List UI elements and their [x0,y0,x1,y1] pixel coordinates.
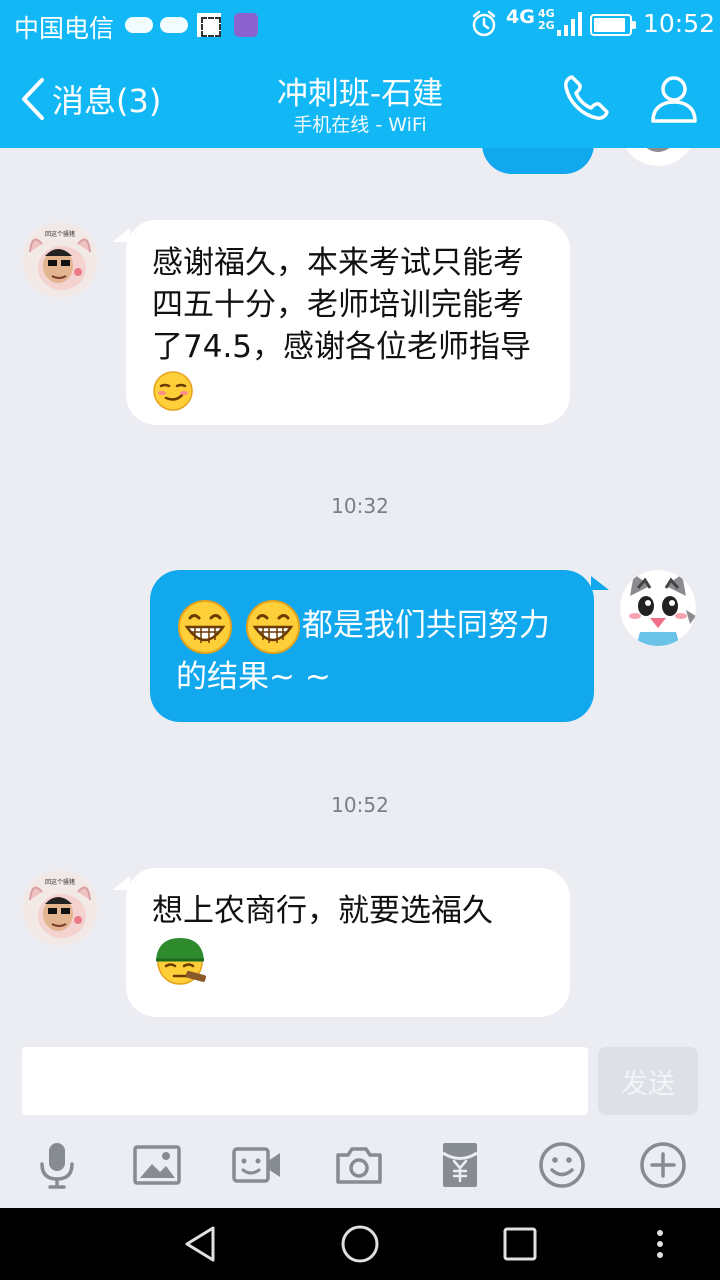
cat-avatar-image [620,570,696,646]
microphone-icon[interactable] [32,1140,82,1190]
svg-text:回这个骚猪: 回这个骚猪 [45,878,75,886]
smirk-emoji-icon [153,370,193,411]
signal-icon [557,12,582,36]
pig-face-avatar-image: 回这个骚猪 [22,222,98,298]
back-arrow-icon [22,78,44,120]
chat-title[interactable]: 冲刺班-石建 [180,68,540,113]
cigar-emoji-icon [156,938,206,985]
video-icon[interactable] [232,1140,282,1190]
online-status: 手机在线 - WiFi [293,114,427,136]
bubble-tail [591,576,609,590]
message-list[interactable]: 回这个骚猪 感谢福久，本来考试只能考四五十分，老师培训完能考了74.5，感谢各位… [0,148,720,1030]
sender-avatar[interactable]: 回这个骚猪 [22,870,98,946]
signal-label-bottom: 2G [538,19,555,32]
carrier-name: 中国电信 [14,14,115,43]
emoji-icon[interactable] [537,1140,587,1190]
home-circle-icon[interactable] [340,1224,380,1264]
svg-text:回这个骚猪: 回这个骚猪 [45,230,75,238]
phone-icon[interactable] [560,72,612,124]
camera-icon[interactable] [334,1140,384,1190]
message-text: 感谢福久，本来考试只能考四五十分，老师培训完能考了74.5，感谢各位老师指导 [152,245,532,365]
timestamp: 10:32 [331,494,389,518]
image-icon[interactable] [132,1140,182,1190]
message-input[interactable] [22,1047,588,1115]
grin-emoji-icon [245,600,300,654]
notification-icon [125,17,153,33]
red-packet-icon[interactable] [435,1140,485,1190]
message-text: 想上农商行，就要选福久 [152,893,493,929]
back-button[interactable]: 消息(3) [18,76,161,122]
status-bar: 中国电信 4G 4G 2G 10:52 [0,0,720,50]
incoming-message[interactable]: 想上农商行，就要选福久 [126,868,570,1017]
timestamp: 10:52 [331,793,389,817]
clock: 10:52 [643,9,716,38]
chat-header: 消息(3) 冲刺班-石建 手机在线 - WiFi [0,50,720,148]
plus-icon[interactable] [638,1140,688,1190]
cat-avatar-image [625,148,691,166]
back-label: 消息(3) [52,82,162,120]
input-bar: 发送 [0,1030,720,1208]
send-button[interactable]: 发送 [598,1047,698,1115]
pig-face-avatar-image: 回这个骚猪 [22,870,98,946]
sender-avatar[interactable]: 回这个骚猪 [22,222,98,298]
outgoing-message[interactable]: 都是我们共同努力的结果~ ~ [150,570,594,722]
cat-avatar[interactable] [620,148,696,166]
qr-code-icon [197,13,221,37]
recents-square-icon[interactable] [500,1224,540,1264]
profile-icon[interactable] [650,74,698,124]
grin-emoji-icon [178,600,232,654]
network-type: 4G [506,6,535,28]
more-options-icon[interactable] [640,1224,680,1264]
notification-icon [160,17,188,33]
system-navigation-bar [0,1208,720,1280]
incoming-message[interactable]: 感谢福久，本来考试只能考四五十分，老师培训完能考了74.5，感谢各位老师指导 [126,220,570,425]
message-bubble-partial [482,148,594,174]
signal-labels: 4G 2G [538,8,555,32]
gallery-icon [234,13,258,37]
back-triangle-icon[interactable] [181,1224,221,1264]
alarm-icon [472,10,496,37]
my-avatar[interactable] [620,570,696,646]
battery-icon [590,14,636,36]
